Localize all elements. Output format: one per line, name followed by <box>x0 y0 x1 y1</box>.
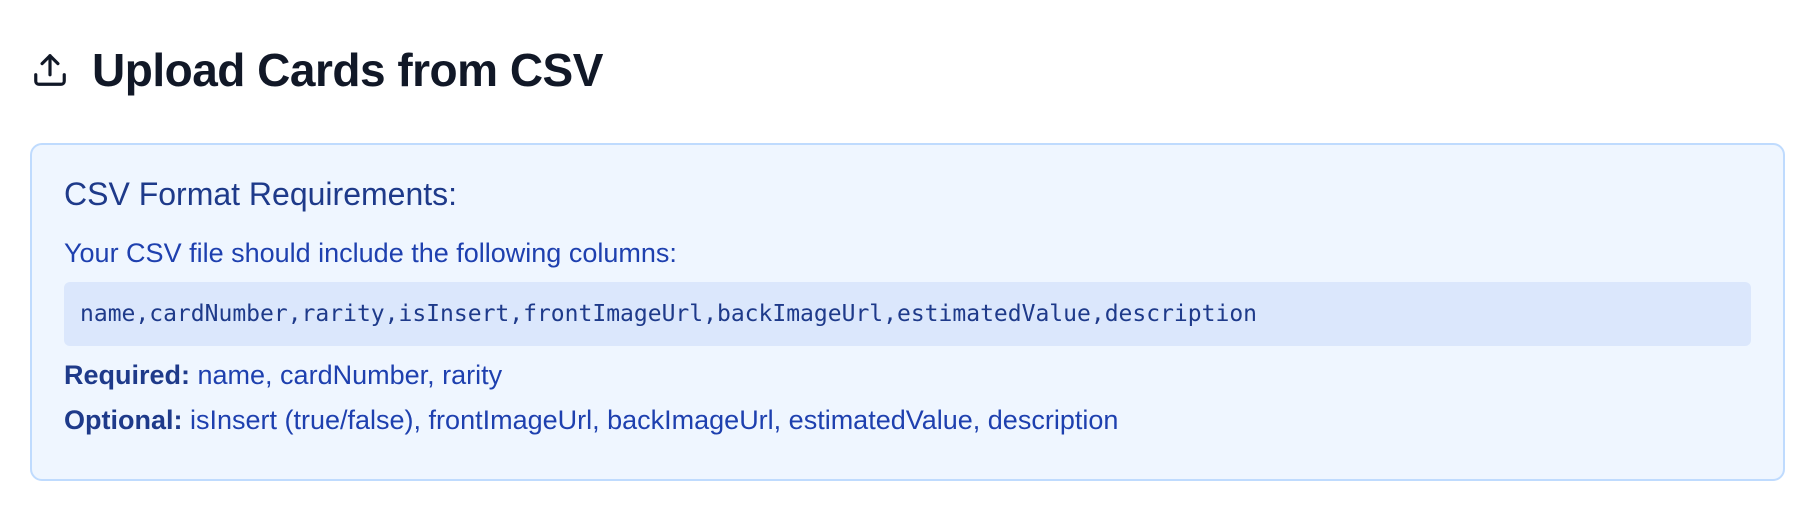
required-label: Required: <box>64 359 191 390</box>
csv-columns-code: name,cardNumber,rarity,isInsert,frontIma… <box>64 281 1751 346</box>
optional-label: Optional: <box>64 404 183 435</box>
upload-icon <box>30 50 70 90</box>
required-columns-text: name, cardNumber, rarity <box>190 359 503 390</box>
requirements-heading: CSV Format Requirements: <box>64 176 458 212</box>
page-header: Upload Cards from CSV <box>30 38 603 102</box>
optional-columns-text: isInsert (true/false), frontImageUrl, ba… <box>182 404 1119 435</box>
csv-format-requirements-panel: CSV Format Requirements: Your CSV file s… <box>30 143 1785 481</box>
optional-columns-line: Optional: isInsert (true/false), frontIm… <box>64 403 1751 438</box>
page-title: Upload Cards from CSV <box>92 44 603 96</box>
requirements-intro: Your CSV file should include the followi… <box>64 238 677 269</box>
required-columns-line: Required: name, cardNumber, rarity <box>64 358 1751 393</box>
